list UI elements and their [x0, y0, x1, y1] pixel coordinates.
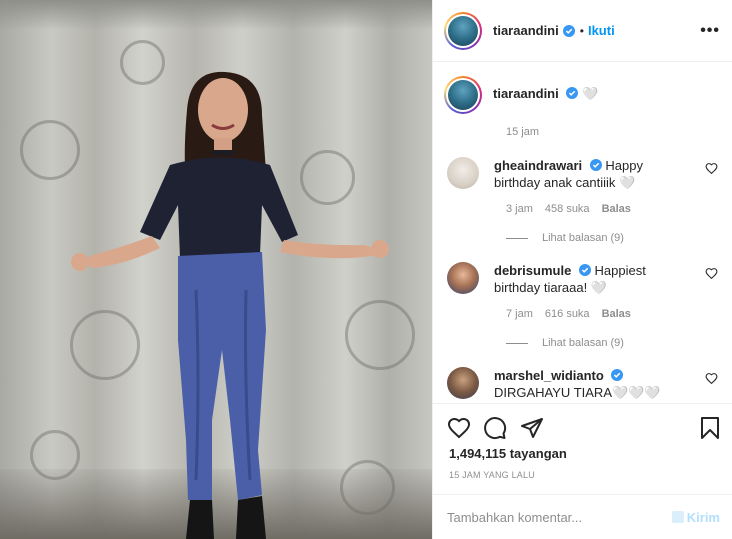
comment-like-icon[interactable]: [705, 267, 718, 280]
comments-list[interactable]: tiaraandini 🤍 15 jam gheaindrawari Happy…: [433, 63, 732, 403]
comment-item: marshel_widianto DIRGAHAYU TIARA🤍🤍🤍: [444, 367, 720, 401]
replies-divider-line: [506, 237, 528, 239]
comment-time[interactable]: 3 jam: [506, 203, 533, 215]
verified-badge-icon: [566, 87, 579, 99]
comment-like-icon[interactable]: [705, 372, 718, 385]
verified-badge-icon: [589, 159, 602, 171]
comment-item: gheaindrawari Happy birthday anak cantii…: [444, 157, 720, 191]
heart-icon[interactable]: [447, 416, 471, 440]
send-icon: [671, 511, 684, 523]
post-comment-label: Kirim: [686, 509, 720, 525]
caption-avatar[interactable]: [444, 76, 482, 114]
verified-badge-icon: [578, 264, 591, 276]
view-replies-button[interactable]: Lihat balasan (9): [506, 337, 720, 349]
comment-time[interactable]: 7 jam: [506, 308, 533, 320]
comment-item: debrisumule Happiest birthday tiaraaa! 🤍: [444, 262, 720, 296]
verified-badge-icon: [611, 369, 624, 381]
view-replies-label: Lihat balasan (9): [542, 337, 624, 349]
dancer-figure: [71, 71, 389, 539]
comment-avatar[interactable]: [447, 367, 479, 399]
caption-username[interactable]: tiaraandini: [493, 86, 559, 101]
comment-meta: 3 jam 458 suka Balas: [506, 203, 720, 215]
caption-text: 🤍: [582, 86, 599, 101]
comment-icon[interactable]: [483, 416, 507, 440]
comment-composer: Kirim: [433, 494, 732, 539]
comment-username[interactable]: debrisumule: [494, 263, 571, 278]
comment-likes[interactable]: 458 suka: [545, 203, 590, 215]
comment-avatar[interactable]: [447, 262, 479, 294]
caption-time: 15 jam: [506, 126, 540, 138]
view-replies-label: Lihat balasan (9): [542, 232, 624, 244]
view-replies-button[interactable]: Lihat balasan (9): [506, 232, 720, 244]
avatar[interactable]: [444, 11, 482, 50]
replies-divider-line: [506, 342, 528, 344]
separator: •: [579, 23, 584, 38]
caption: tiaraandini 🤍: [444, 76, 720, 114]
post-timestamp[interactable]: 15 JAM YANG LALU: [449, 470, 535, 480]
comment-text: DIRGAHAYU TIARA🤍🤍🤍: [494, 385, 661, 400]
comment-likes[interactable]: 616 suka: [545, 308, 590, 320]
post-video[interactable]: [0, 0, 432, 539]
post-comment-button[interactable]: Kirim: [671, 509, 720, 525]
comment-meta: 7 jam 616 suka Balas: [506, 308, 720, 320]
follow-button[interactable]: Ikuti: [588, 23, 615, 38]
paper-plane-icon[interactable]: [520, 416, 544, 440]
post-header: tiaraandini • Ikuti •••: [433, 0, 732, 62]
comment-like-icon[interactable]: [705, 162, 718, 175]
header-username[interactable]: tiaraandini: [493, 23, 559, 38]
comment-avatar[interactable]: [447, 157, 479, 189]
view-count[interactable]: 1,494,115 tayangan: [449, 446, 567, 461]
reply-button[interactable]: Balas: [602, 308, 631, 320]
more-options-icon[interactable]: •••: [700, 22, 720, 40]
bookmark-icon[interactable]: [699, 416, 721, 440]
reply-button[interactable]: Balas: [602, 203, 631, 215]
comment-username[interactable]: marshel_widianto: [494, 368, 604, 383]
comment-input[interactable]: [447, 509, 672, 525]
verified-badge-icon: [562, 24, 575, 37]
comment-username[interactable]: gheaindrawari: [494, 158, 582, 173]
